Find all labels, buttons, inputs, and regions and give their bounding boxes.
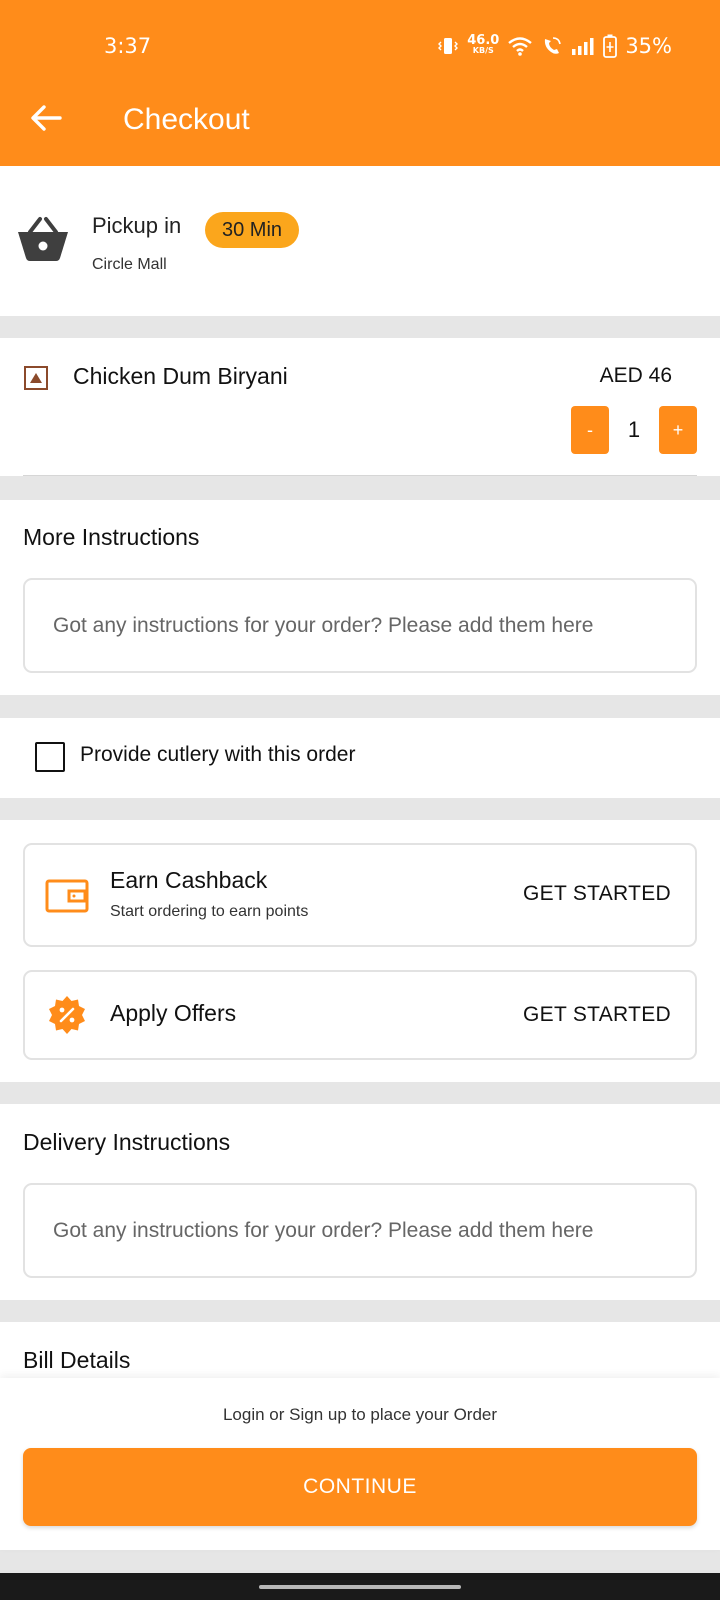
battery-level: 35% (625, 34, 672, 58)
apply-offers-get-started[interactable]: GET STARTED (523, 1003, 671, 1027)
home-gesture-handle[interactable] (259, 1585, 461, 1589)
checkout-screen: 3:37 46.0 KB/S 35% Checkout Pickup in 30… (0, 0, 720, 1600)
status-time: 3:37 (104, 34, 152, 58)
signal-icon (572, 38, 594, 55)
network-speed: 46.0 KB/S (467, 33, 500, 56)
pickup-eta-badge: 30 Min (205, 212, 300, 248)
pickup-location: Circle Mall (92, 256, 167, 273)
apply-offers-title: Apply Offers (110, 1000, 237, 1026)
bill-details-title: Bill Details (23, 1347, 131, 1373)
delivery-instructions-title: Delivery Instructions (23, 1129, 231, 1155)
pickup-section (0, 166, 720, 316)
decrement-button[interactable]: - (571, 406, 609, 454)
vibrate-icon (438, 38, 459, 54)
quantity-value: 1 (609, 406, 659, 454)
battery-icon (603, 34, 618, 58)
pickup-label: Pickup in (92, 213, 182, 238)
item-price: AED 46 (599, 364, 672, 387)
app-bar (0, 0, 720, 166)
apply-offers-card[interactable]: Apply Offers GET STARTED (23, 970, 697, 1060)
cutlery-label: Provide cutlery with this order (80, 743, 356, 766)
net-speed-value: 46.0 (467, 33, 500, 48)
item-name: Chicken Dum Biryani (73, 363, 288, 389)
discount-badge-icon (49, 996, 85, 1034)
login-prompt: Login or Sign up to place your Order (222, 1405, 498, 1424)
wifi-calling-icon (545, 37, 562, 54)
status-icons: 46.0 KB/S 35% (437, 34, 672, 58)
cashback-get-started[interactable]: GET STARTED (523, 882, 671, 906)
arrow-left-icon (31, 105, 62, 131)
non-veg-mark-icon (24, 366, 48, 390)
cashback-title: Earn Cashback (110, 867, 268, 893)
net-speed-unit: KB/S (472, 46, 494, 55)
quantity-stepper: - 1 + (571, 406, 697, 454)
page-title: Checkout (123, 103, 250, 136)
continue-button[interactable]: CONTINUE (23, 1448, 697, 1526)
more-instructions-title: More Instructions (23, 524, 200, 550)
increment-button[interactable]: + (659, 406, 697, 454)
cutlery-checkbox[interactable] (35, 742, 65, 772)
back-button[interactable] (26, 98, 66, 138)
wifi-icon (508, 37, 533, 56)
cashback-subtitle: Start ordering to earn points (110, 903, 309, 920)
earn-cashback-card[interactable]: Earn Cashback Start ordering to earn poi… (23, 843, 697, 947)
divider (23, 475, 697, 476)
basket-icon (18, 217, 68, 261)
more-instructions-input[interactable] (23, 578, 697, 673)
wallet-icon (45, 879, 89, 913)
delivery-instructions-input[interactable] (23, 1183, 697, 1278)
